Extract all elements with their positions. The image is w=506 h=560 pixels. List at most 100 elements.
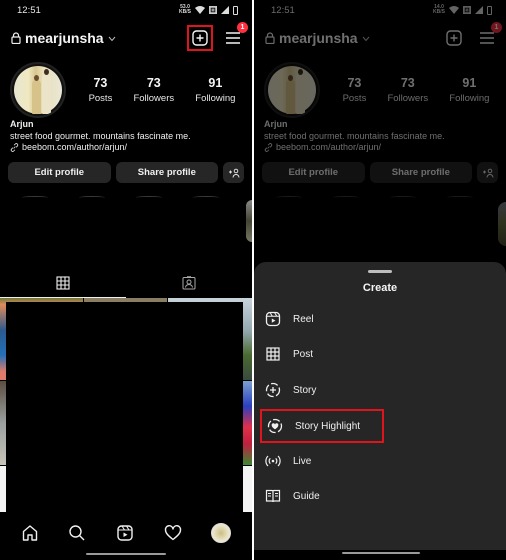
display-name: Arjun (10, 119, 34, 129)
bottom-navigation (0, 516, 252, 550)
discover-people-button[interactable] (477, 162, 498, 183)
volte-icon (209, 6, 217, 14)
heart-icon[interactable] (164, 524, 182, 542)
sheet-drag-handle[interactable] (368, 270, 392, 273)
create-reel-item[interactable]: Reel (260, 304, 314, 334)
lock-icon (265, 32, 275, 44)
lock-icon (11, 32, 21, 44)
highlight-item[interactable] (22, 196, 48, 199)
highlight-item[interactable] (447, 196, 473, 199)
share-profile-button[interactable]: Share profile (115, 162, 219, 183)
plus-square-icon (192, 30, 208, 46)
create-post-item[interactable]: Post (260, 339, 313, 369)
profile-header: mearjunsha 1 (0, 22, 252, 51)
create-sheet: Create Reel Post Story Story Highlight L… (254, 262, 506, 550)
create-story-item[interactable]: Story (260, 375, 316, 405)
profile-avatar[interactable] (10, 62, 66, 118)
highlight-item[interactable] (79, 196, 105, 199)
reels-icon[interactable] (116, 524, 134, 542)
edit-profile-button[interactable]: Edit profile (262, 162, 365, 183)
profile-screen: 12:51 53.0 KB/S mearjunsha 1 73 Posts 73… (0, 0, 252, 560)
discover-people-button[interactable] (223, 162, 244, 183)
wifi-icon (449, 6, 459, 14)
profile-avatar[interactable] (264, 62, 320, 118)
network-speed: 14.0 KB/S (433, 4, 445, 15)
chevron-down-icon[interactable] (108, 36, 116, 42)
profile-tabs (0, 268, 252, 298)
tab-posts-grid[interactable] (0, 268, 126, 298)
share-profile-button[interactable]: Share profile (369, 162, 473, 183)
bio-text: street food gourmet. mountains fascinate… (264, 130, 445, 141)
menu-button[interactable]: 1 (222, 22, 248, 49)
stat-posts[interactable]: 73 Posts (89, 76, 113, 104)
home-icon[interactable] (21, 524, 39, 542)
tagged-person-icon (182, 276, 196, 290)
chevron-down-icon[interactable] (362, 36, 370, 42)
signal-icon (221, 6, 229, 14)
create-live-item[interactable]: Live (260, 446, 311, 476)
highlight-item[interactable] (390, 196, 416, 199)
hamburger-menu-icon (226, 32, 240, 44)
notification-badge: 1 (491, 22, 502, 33)
search-icon[interactable] (68, 524, 86, 542)
bio-text: street food gourmet. mountains fascinate… (10, 130, 191, 141)
username[interactable]: mearjunsha (25, 30, 104, 46)
profile-bio: Arjun street food gourmet. mountains fas… (10, 119, 246, 154)
status-time: 12:51 (17, 4, 41, 16)
status-time: 12:51 (271, 4, 295, 16)
link-icon (264, 143, 273, 153)
profile-link[interactable]: beebom.com/author/arjun/ (22, 142, 127, 154)
display-name: Arjun (264, 119, 288, 129)
profile-header: mearjunsha 1 (254, 22, 506, 51)
guide-icon (265, 489, 281, 503)
profile-stats: 73 Posts 73 Followers 91 Following (320, 76, 506, 104)
signal-icon (475, 6, 483, 14)
story-highlights (276, 196, 496, 199)
highlight-item[interactable] (193, 196, 219, 199)
hamburger-menu-icon (480, 32, 494, 44)
grid-icon (56, 276, 70, 290)
battery-icon (233, 5, 238, 15)
new-post-button[interactable] (441, 25, 467, 51)
story-highlights (22, 196, 242, 199)
stat-followers[interactable]: 73 Followers (133, 76, 174, 104)
highlight-item[interactable] (498, 202, 506, 246)
story-highlight-icon (267, 418, 283, 434)
plus-square-icon (446, 30, 462, 46)
stat-following[interactable]: 91 Following (449, 76, 489, 104)
add-person-icon (228, 168, 239, 178)
add-person-icon (482, 168, 493, 178)
reel-icon (265, 311, 281, 327)
highlight-item[interactable] (333, 196, 359, 199)
wifi-icon (195, 6, 205, 14)
username[interactable]: mearjunsha (279, 30, 358, 46)
profile-stats: 73 Posts 73 Followers 91 Following (66, 76, 252, 104)
link-icon (10, 143, 19, 153)
create-guide-item[interactable]: Guide (260, 481, 320, 511)
profile-bio: Arjun street food gourmet. mountains fas… (264, 119, 500, 154)
network-speed: 53.0 KB/S (179, 4, 191, 15)
menu-button[interactable]: 1 (476, 22, 502, 49)
home-indicator (342, 552, 420, 554)
notification-badge: 1 (237, 22, 248, 33)
sheet-title: Create (362, 282, 398, 294)
status-bar: 12:51 53.0 KB/S (0, 0, 252, 20)
stat-followers[interactable]: 73 Followers (387, 76, 428, 104)
profile-link[interactable]: beebom.com/author/arjun/ (276, 142, 381, 154)
grid-icon (266, 347, 280, 361)
new-post-button[interactable] (187, 25, 213, 51)
highlight-item[interactable] (276, 196, 302, 199)
tab-tagged[interactable] (126, 268, 252, 298)
edit-profile-button[interactable]: Edit profile (8, 162, 111, 183)
profile-nav-avatar[interactable] (211, 523, 232, 543)
highlight-item[interactable] (136, 196, 162, 199)
create-story-highlight-item[interactable]: Story Highlight (260, 409, 384, 443)
redacted-area (6, 302, 243, 514)
stat-posts[interactable]: 73 Posts (343, 76, 367, 104)
story-add-icon (265, 382, 281, 398)
profile-screen-with-create-sheet: 12:51 14.0 KB/S mearjunsha 1 73 Posts 73… (254, 0, 506, 560)
live-icon (265, 455, 281, 467)
home-indicator (86, 553, 166, 555)
stat-following[interactable]: 91 Following (195, 76, 235, 104)
battery-icon (487, 5, 492, 15)
